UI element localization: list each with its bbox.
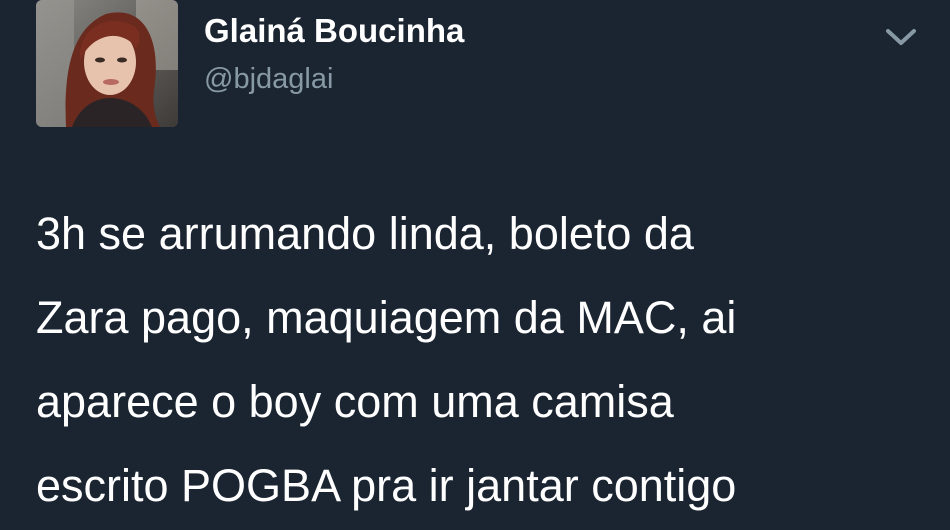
chevron-down-icon xyxy=(886,29,916,45)
tweet-menu-button[interactable] xyxy=(880,22,922,52)
tweet-text-line: Zara pago, maquiagem da MAC, ai xyxy=(36,292,737,343)
author-handle[interactable]: @bjdaglai xyxy=(204,63,333,96)
tweet-card: Glainá Boucinha @bjdaglai 3h se arrumand… xyxy=(0,0,950,530)
author-display-name[interactable]: Glainá Boucinha xyxy=(204,12,464,50)
tweet-text-line: aparece o boy com uma camisa xyxy=(36,376,674,427)
tweet-text-line: escrito POGBA pra ir jantar contigo xyxy=(36,460,737,511)
avatar[interactable] xyxy=(36,0,178,127)
tweet-text: 3h se arrumando linda, boleto da Zara pa… xyxy=(36,192,926,528)
user-profile-photo-icon xyxy=(36,0,178,127)
tweet-text-line: 3h se arrumando linda, boleto da xyxy=(36,208,694,259)
